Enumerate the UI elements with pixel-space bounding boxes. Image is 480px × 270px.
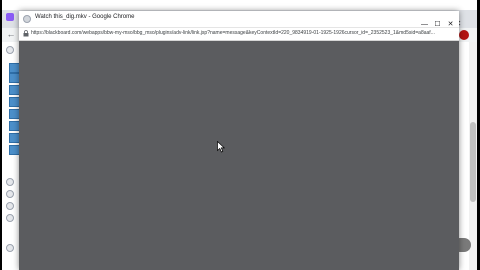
popup-window-controls: — ☐ ✕ [418,13,457,28]
popup-favicon-icon [23,15,31,23]
background-scrollbar[interactable] [469,42,477,270]
sidebar-icon[interactable] [6,46,14,54]
sidebar-icon[interactable] [6,244,14,252]
screen: —☐✕ ← ⋮ Watch this_dig.mkv - Google Chro… [0,0,480,270]
lock-icon [23,30,29,37]
back-arrow-icon[interactable]: ← [5,29,17,39]
sidebar-icon[interactable] [6,202,14,210]
mouse-cursor-icon [217,141,225,153]
sidebar-icon[interactable] [6,178,14,186]
background-tab-favicon-icon[interactable] [6,13,14,21]
popup-content-area[interactable] [19,41,459,270]
popup-browser-window: Watch this_dig.mkv - Google Chrome — ☐ ✕ h… [19,11,459,270]
popup-address-bar[interactable]: https://blackboard.com/webapps/bbw-my-ms… [19,28,459,41]
profile-avatar[interactable] [459,30,469,40]
popup-titlebar: Watch this_dig.mkv - Google Chrome — ☐ ✕ [19,11,459,28]
sidebar-icon[interactable] [6,190,14,198]
popup-url-text[interactable]: https://blackboard.com/webapps/bbw-my-ms… [31,30,449,36]
popup-window-title: Watch this_dig.mkv - Google Chrome [35,14,135,20]
background-scrollbar-thumb[interactable] [470,122,476,202]
sidebar-icon[interactable] [6,214,14,222]
